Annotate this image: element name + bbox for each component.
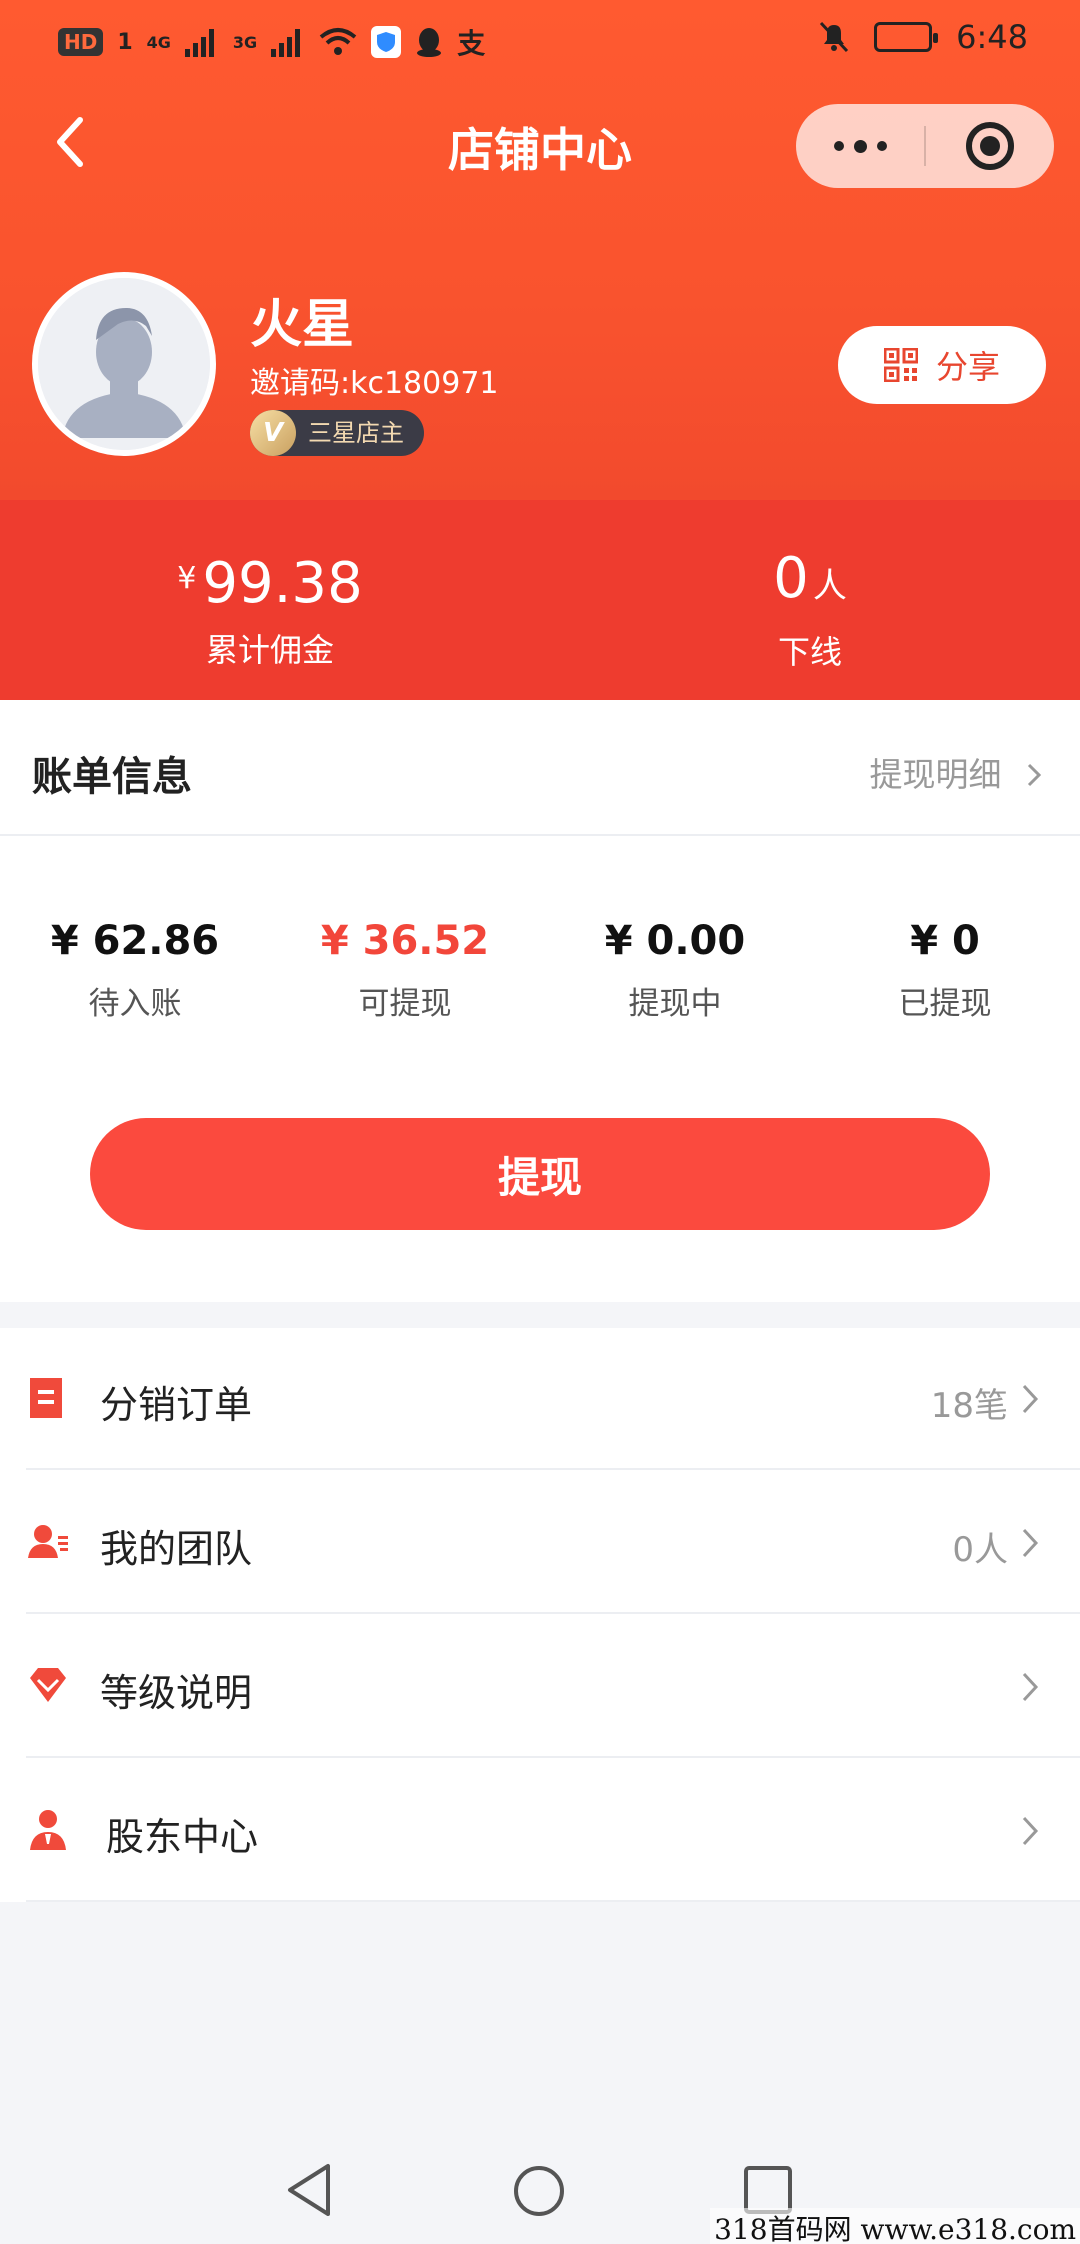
qrcode-icon [883,348,918,382]
menu-item-distribution-orders[interactable]: 分销订单 18笔 [0,1328,1080,1470]
divider [26,1468,1080,1470]
divider [26,1900,1080,1902]
withdrawable-amount: ¥ 36.52 可提现 [270,918,540,1023]
withdrawn-amount: ¥ 0 已提现 [810,918,1080,1023]
withdrawing-value: ¥ 0.00 [604,918,746,964]
withdrawing-amount: ¥ 0.00 提现中 [540,918,810,1023]
diamond-icon [30,1668,66,1702]
chevron-right-icon [1022,1384,1039,1414]
pending-amount: ¥ 62.86 待入账 [0,918,270,1023]
signal-4g-label: 4G [146,32,171,52]
bill-card: 账单信息 提现明细 ¥ 62.86 待入账 ¥ 36.52 可提现 ¥ 0.00… [0,700,1080,1302]
capsule-divider [924,126,926,166]
withdrawing-label: 提现中 [628,986,722,1022]
document-icon [30,1378,62,1418]
menu-item-my-team[interactable]: 我的团队 0人 [0,1472,1080,1614]
withdrawn-value: ¥ 0 [910,918,980,964]
menu-list: 分销订单 18笔 我的团队 0人 等级说明 股东中心 [0,1328,1080,1902]
hd-badge: HD [58,28,104,56]
downline-value: 0 [773,546,809,611]
signal-3g-label: 3G [232,32,258,52]
downline-stat[interactable]: 0人 下线 [610,544,1010,673]
user-name: 火星 [250,295,355,355]
status-bar: HD 1 4G 3G 支 6:48 [0,0,1080,84]
close-miniprogram-icon[interactable] [966,122,1014,170]
withdraw-detail-label: 提现明细 [869,755,1002,794]
menu-item-label: 股东中心 [106,1815,259,1859]
invite-code: 邀请码:kc180971 [250,366,499,401]
status-time: 6:48 [956,18,1028,56]
shield-icon [371,26,402,58]
signal-icon [184,27,219,57]
team-icon [28,1525,68,1558]
menu-item-label: 分销订单 [100,1383,253,1427]
divider [26,1612,1080,1614]
withdrawn-label: 已提现 [898,986,992,1022]
bill-header: 账单信息 提现明细 [0,700,1080,836]
downline-label: 下线 [777,633,842,671]
withdrawable-value: ¥ 36.52 [320,918,490,964]
menu-item-value: 18笔 [930,1386,1008,1426]
pending-label: 待入账 [88,986,182,1022]
commission-value: 99.38 [202,551,363,616]
shareholder-icon [30,1810,66,1850]
chevron-right-icon [1022,1528,1039,1558]
watermark: 318首码网 www.e318.com [710,2208,1080,2244]
vip-icon: V [250,410,296,456]
menu-item-shareholder-center[interactable]: 股东中心 [0,1760,1080,1902]
menu-item-value: 0人 [952,1530,1008,1570]
level-badge: V 三星店主 [250,410,424,456]
qq-icon [417,28,442,57]
menu-item-level-info[interactable]: 等级说明 [0,1616,1080,1758]
bill-title: 账单信息 [32,754,192,800]
alipay-icon: 支 [457,27,486,60]
back-triangle-icon[interactable] [284,2162,334,2218]
share-label: 分享 [935,348,1000,386]
pending-value: ¥ 62.86 [50,918,220,964]
divider [26,1756,1080,1758]
currency-symbol: ¥ [177,561,197,596]
commission-stat[interactable]: ¥99.38 累计佣金 [70,544,470,671]
wifi-icon [319,28,357,55]
withdrawable-label: 可提现 [358,986,452,1022]
miniprogram-capsule [796,104,1054,188]
level-badge-label: 三星店主 [308,419,404,447]
navigation-bar: 店铺中心 [0,84,1080,204]
summary-band: ¥99.38 累计佣金 0人 下线 [0,500,1080,700]
chevron-right-icon [1027,763,1042,787]
sim-indicator: 1 [117,29,133,55]
withdraw-detail-link[interactable]: 提现明细 [870,748,1043,796]
downline-unit: 人 [812,566,847,606]
avatar[interactable] [32,272,216,456]
menu-item-label: 等级说明 [100,1671,253,1715]
chevron-right-icon [1022,1672,1039,1702]
default-avatar-icon [38,278,210,450]
more-icon[interactable] [796,104,924,188]
battery-icon [874,22,939,52]
home-circle-icon[interactable] [512,2164,566,2218]
share-button[interactable]: 分享 [838,326,1046,404]
menu-item-label: 我的团队 [100,1527,253,1571]
withdraw-button[interactable]: 提现 [90,1118,990,1230]
chevron-right-icon [1022,1816,1039,1846]
commission-label: 累计佣金 [205,631,334,669]
mute-bell-icon [820,21,849,53]
signal-icon-2 [271,27,305,57]
